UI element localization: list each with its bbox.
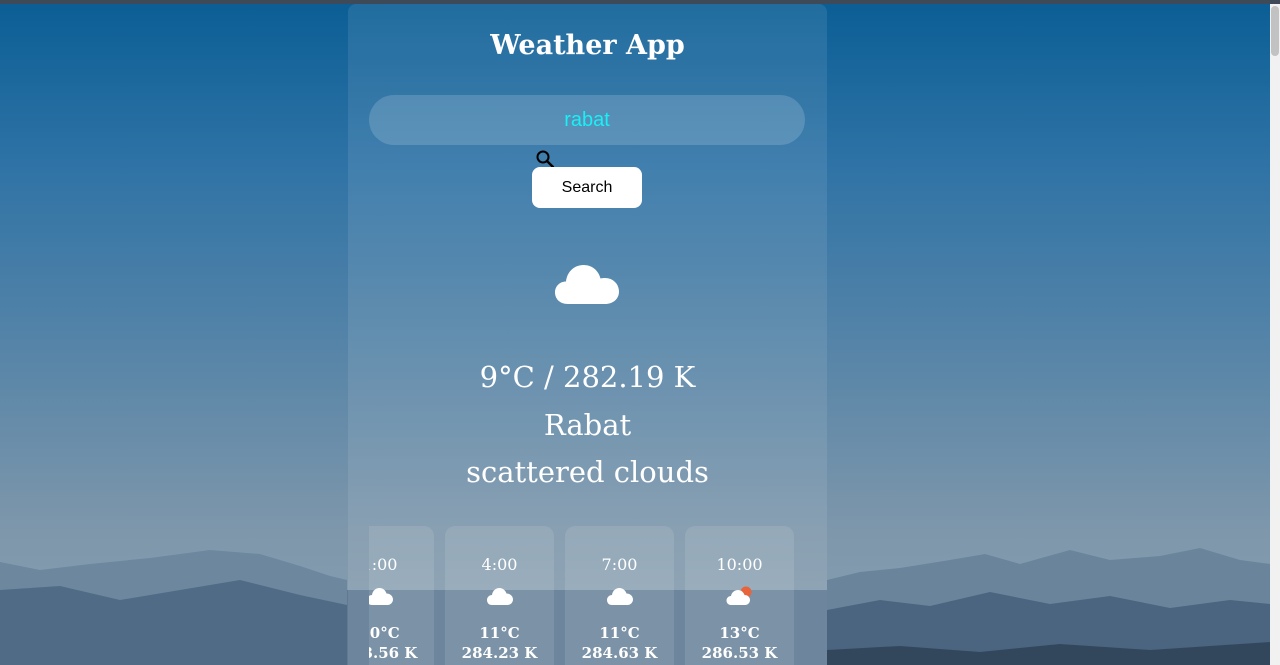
forecast-item: 1:00 10°C 283.56 K (369, 526, 434, 665)
forecast-celsius: 11°C (479, 624, 520, 642)
forecast-kelvin: 283.56 K (369, 644, 418, 662)
search-icon (536, 150, 555, 169)
hourly-forecast-list[interactable]: 1:00 10°C 283.56 K 4:00 11°C 284.23 K 7:… (369, 526, 805, 665)
forecast-time: 1:00 (369, 555, 398, 574)
forecast-kelvin: 284.23 K (461, 644, 538, 662)
search-button[interactable]: Search (532, 167, 642, 208)
forecast-kelvin: 284.63 K (581, 644, 658, 662)
page-scrollbar-thumb[interactable] (1271, 6, 1279, 56)
cloud-icon (369, 588, 393, 605)
current-temperature: 9°C / 282.19 K (479, 360, 696, 394)
forecast-item: 7:00 11°C 284.63 K (565, 526, 674, 665)
app-title: Weather App (490, 30, 685, 61)
forecast-time: 4:00 (481, 555, 518, 574)
cloud-icon (487, 588, 513, 605)
forecast-kelvin: 286.53 K (701, 644, 778, 662)
city-name: Rabat (543, 408, 632, 442)
forecast-celsius: 10°C (369, 624, 400, 642)
forecast-celsius: 11°C (599, 624, 640, 642)
forecast-celsius: 13°C (719, 624, 760, 642)
forecast-time: 7:00 (601, 555, 638, 574)
forecast-item: 4:00 11°C 284.23 K (445, 526, 554, 665)
weather-card: Weather App Search 9°C / 282.19 K Rabat … (348, 4, 827, 665)
city-search-input[interactable] (369, 95, 805, 145)
page-scrollbar[interactable] (1270, 4, 1280, 665)
weather-description: scattered clouds (466, 455, 709, 489)
forecast-time: 10:00 (716, 555, 763, 574)
forecast-item: 10:00 13°C 286.53 K (685, 526, 794, 665)
cloud-icon (607, 588, 633, 605)
sun-behind-cloud-icon (726, 586, 752, 605)
cloud-icon (555, 265, 619, 304)
